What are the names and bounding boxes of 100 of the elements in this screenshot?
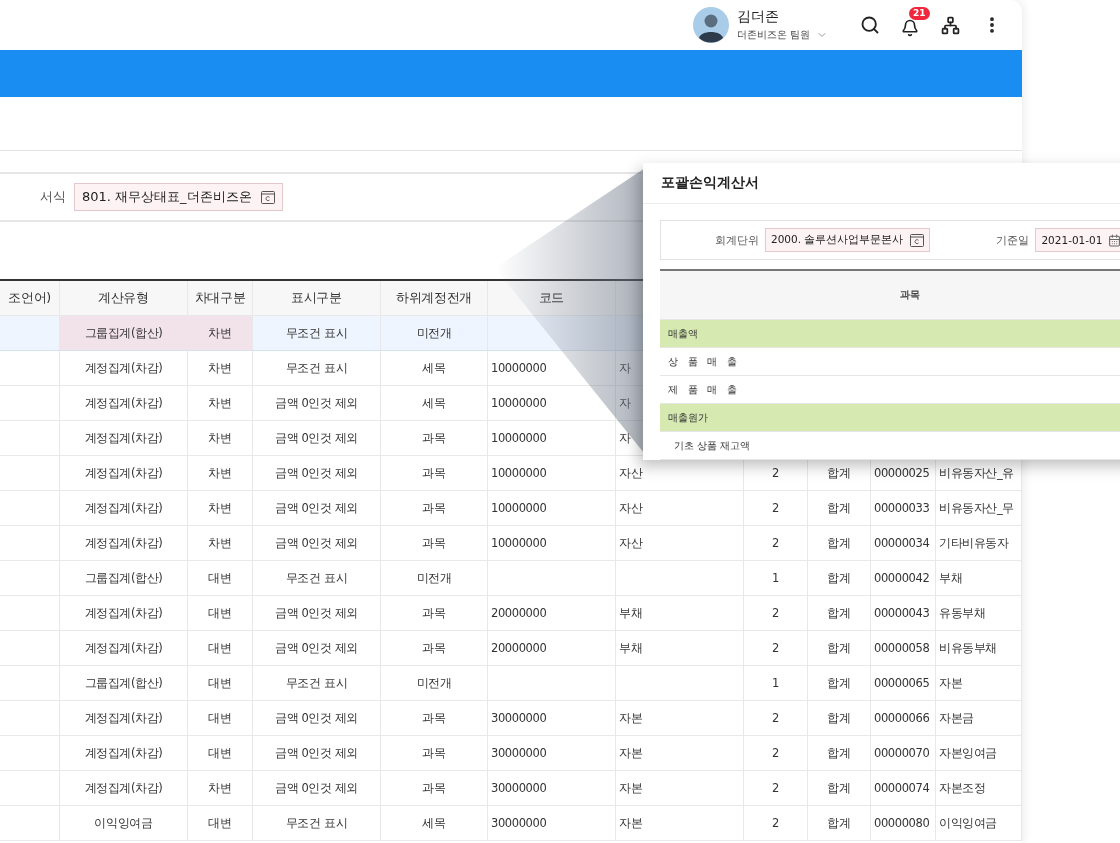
table-cell: 10000000 [491, 396, 547, 410]
table-cell: 유동부채 [939, 605, 986, 621]
table-cell: 차변 [208, 395, 232, 411]
table-cell: 계정집계(차감) [84, 745, 163, 761]
table-cell: 대변 [208, 745, 232, 761]
column-header[interactable]: 계산유형 [98, 289, 149, 307]
table-cell: 계정집계(차감) [84, 780, 163, 796]
table-cell: 이익잉여금 [939, 815, 997, 831]
table-cell: 자본금 [939, 710, 974, 726]
table-cell: 금액 0인것 제외 [275, 465, 358, 481]
table-cell: 자산 [619, 535, 643, 551]
table-row[interactable]: 계정집계(차감) 대변 금액 0인것 제외 과목 30000000 자본 2 합계 00000070 자본잉여금 [0, 736, 1022, 771]
table-row[interactable]: 계정집계(차감) 대변 금액 0인것 제외 과목 20000000 부채 2 합계 00000058 비유동부채 [0, 631, 1022, 666]
code-lookup-icon[interactable] [909, 232, 926, 248]
table-cell: 00000074 [874, 781, 930, 795]
table-cell: 그룹집계(합산) [84, 675, 163, 691]
account-name: 기초 상품 재고액 [674, 438, 751, 453]
table-cell: 금액 0인것 제외 [275, 605, 358, 621]
table-cell: 1 [772, 571, 779, 585]
form-code-field[interactable]: 801. 재무상태표_더존비즈온 [74, 183, 283, 211]
table-row[interactable]: 계정집계(차감) 차변 금액 0인것 제외 과목 10000000 자산 2 합계 00000033 비유동자산_무 [0, 491, 1022, 526]
table-cell: 2 [772, 536, 779, 550]
table-cell: 합계 [827, 605, 851, 621]
table-cell: 자산 [619, 465, 643, 481]
group-row[interactable]: 매출액 [660, 320, 1120, 348]
table-cell: 금액 0인것 제외 [275, 395, 358, 411]
date-field[interactable]: 2021-01-01 [1035, 228, 1120, 252]
table-cell: 차변 [208, 465, 232, 481]
column-header[interactable]: 과목 [900, 288, 920, 302]
table-cell: 그룹집계(합산) [84, 570, 163, 586]
table-cell: 30000000 [491, 781, 547, 795]
table-cell: 비유동자산_무 [939, 500, 1014, 516]
account-name: 상 품 매 출 [668, 354, 737, 369]
table-cell: 00000043 [874, 606, 930, 620]
table-cell: 과목 [422, 745, 446, 761]
table-row[interactable]: 계정집계(차감) 차변 금액 0인것 제외 과목 30000000 자본 2 합계 00000074 자본조정 [0, 771, 1022, 806]
table-cell: 00000034 [874, 536, 930, 550]
table-cell: 00000066 [874, 711, 930, 725]
code-field[interactable]: 2000. 솔루션사업부문본사 [765, 228, 931, 252]
table-cell: 2 [772, 641, 779, 655]
table-cell: 00000080 [874, 816, 930, 830]
table-cell: 세목 [422, 395, 446, 411]
column-header[interactable]: 차대구분 [194, 289, 246, 307]
table-cell: 자 [619, 360, 631, 376]
table-cell: 차변 [208, 430, 232, 446]
column-header[interactable]: 조언어) [8, 289, 51, 307]
table-cell: 부채 [939, 570, 963, 586]
table-cell: 기타비유동자 [939, 535, 1009, 551]
user-role: 더존비즈온 팀원 [736, 28, 810, 42]
calendar-icon[interactable] [1108, 233, 1120, 247]
table-cell: 금액 0인것 제외 [275, 535, 358, 551]
table-cell: 00000042 [874, 571, 930, 585]
table-cell: 대변 [208, 605, 232, 621]
table-row[interactable]: 계정집계(차감) 대변 금액 0인것 제외 과목 30000000 자본 2 합계 00000066 자본금 [0, 701, 1022, 736]
table-cell: 자본 [619, 815, 643, 831]
field-label: 기준일 [996, 232, 1030, 248]
table-row[interactable]: 그룹집계(합산) 대변 무조건 표시 미전개 1 합계 00000065 자본 [0, 666, 1022, 701]
table-row[interactable]: 계정집계(차감) 대변 금액 0인것 제외 과목 20000000 부채 2 합계 00000043 유동부채 [0, 596, 1022, 631]
table-cell: 10000000 [491, 466, 547, 480]
table-cell: 1 [772, 676, 779, 690]
table-row[interactable]: 계정집계(차감) 차변 금액 0인것 제외 과목 10000000 자산 2 합계 00000025 비유동자산_유 [0, 456, 1022, 491]
table-cell: 계정집계(차감) [84, 640, 163, 656]
table-cell: 미전개 [416, 570, 452, 586]
table-cell: 00000065 [874, 676, 930, 690]
table-cell: 금액 0인것 제외 [275, 430, 358, 446]
table-cell: 대변 [208, 675, 232, 691]
table-cell: 과목 [422, 465, 446, 481]
table-cell: 금액 0인것 제외 [275, 745, 358, 761]
table-cell: 자본 [619, 745, 643, 761]
table-cell: 미전개 [416, 675, 452, 691]
table-cell: 과목 [422, 500, 446, 516]
field-label: 서식 [40, 188, 66, 206]
table-cell: 과목 [422, 605, 446, 621]
table-row[interactable]: 이익잉여금 대변 무조건 표시 세목 30000000 자본 2 합계 00000080 이익잉여금 [0, 806, 1022, 841]
table-cell: 이익잉여금 [94, 815, 153, 831]
column-header[interactable]: 하위계정전개 [396, 289, 472, 307]
table-cell: 부채 [619, 605, 643, 621]
column-header[interactable]: 코드 [538, 289, 565, 307]
group-row[interactable]: 매출원가 [660, 404, 1120, 432]
table-cell: 무조건 표시 [285, 570, 348, 586]
table-cell: 2 [772, 711, 779, 725]
table-cell: 비유동부채 [939, 640, 997, 656]
table-cell: 차변 [208, 325, 232, 341]
table-cell: 합계 [827, 745, 851, 761]
table-cell: 계정집계(차감) [84, 605, 163, 621]
table-cell: 합계 [827, 815, 851, 831]
notification-button[interactable] [900, 18, 920, 38]
table-cell: 30000000 [491, 746, 547, 760]
table-cell: 10000000 [491, 431, 547, 445]
table-cell: 금액 0인것 제외 [275, 500, 358, 516]
table-cell: 과목 [422, 640, 446, 656]
table-cell: 무조건 표시 [285, 815, 348, 831]
table-cell: 부채 [619, 640, 643, 656]
code-lookup-icon[interactable] [259, 189, 276, 205]
table-row[interactable]: 계정집계(차감) 차변 금액 0인것 제외 과목 10000000 자산 2 합계 00000034 기타비유동자 [0, 526, 1022, 561]
table-row[interactable]: 그룹집계(합산) 대변 무조건 표시 미전개 1 합계 00000042 부채 [0, 561, 1022, 596]
table-cell: 00000058 [874, 641, 930, 655]
table-cell: 미전개 [416, 325, 452, 341]
user-name: 김더존 [736, 8, 780, 26]
column-header[interactable]: 표시구분 [291, 289, 342, 307]
